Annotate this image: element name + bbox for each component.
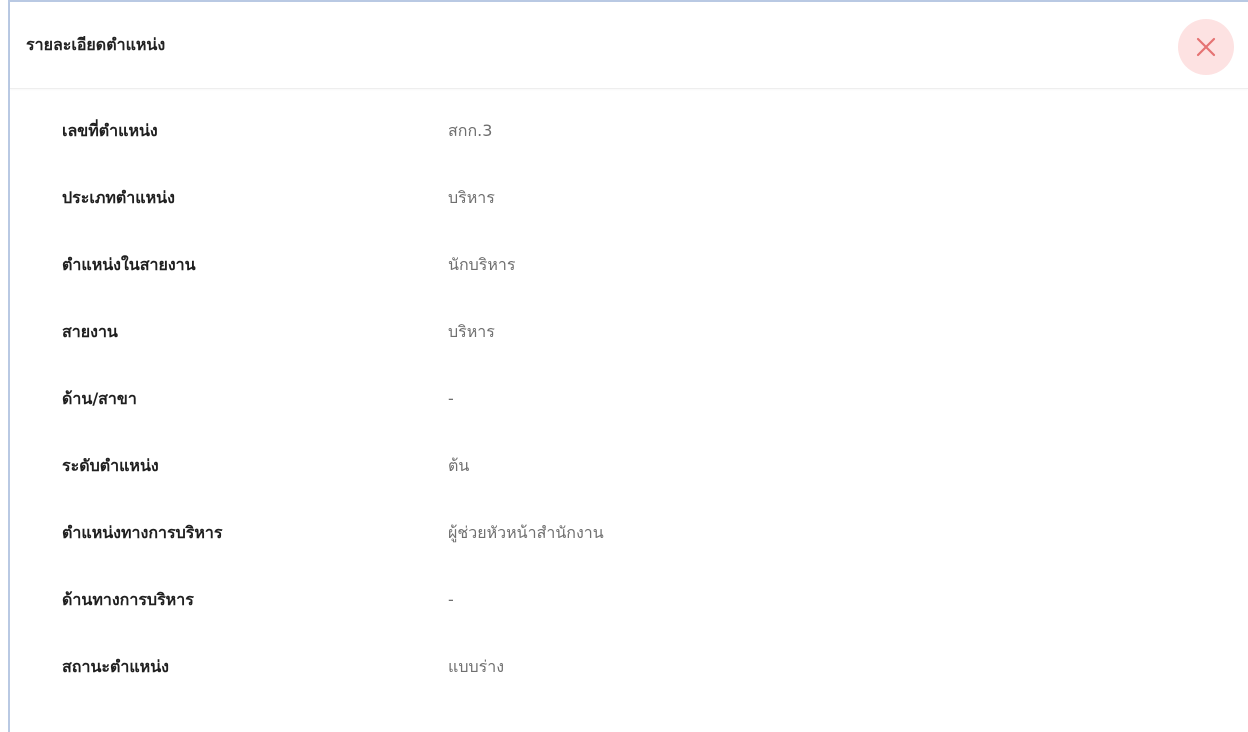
detail-value: บริหาร [448,188,495,207]
detail-label: ตำแหน่งทางการบริหาร [62,523,223,542]
detail-label: เลขที่ตำแหน่ง [62,121,158,140]
detail-value: สกก.3 [448,121,493,140]
detail-label: ประเภทตำแหน่ง [62,188,175,207]
close-button[interactable] [1178,19,1234,75]
detail-value: - [448,590,454,609]
detail-row-position-number: เลขที่ตำแหน่ง สกก.3 [10,98,1248,165]
detail-label: ระดับตำแหน่ง [62,456,159,475]
detail-row-position-type: ประเภทตำแหน่ง บริหาร [10,165,1248,232]
detail-value: ผู้ช่วยหัวหน้าสำนักงาน [448,523,604,542]
detail-label: ด้าน/สาขา [62,389,137,408]
detail-row-admin-position: ตำแหน่งทางการบริหาร ผู้ช่วยหัวหน้าสำนักง… [10,500,1248,567]
detail-value: ต้น [448,456,470,475]
detail-row-position-level: ระดับตำแหน่ง ต้น [10,433,1248,500]
position-detail-dialog: รายละเอียดตำแหน่ง เลขที่ตำแหน่ง สกก.3 ปร… [8,0,1248,732]
detail-label: ตำแหน่งในสายงาน [62,255,196,274]
close-icon [1196,37,1216,57]
detail-row-line-of-work: สายงาน บริหาร [10,299,1248,366]
detail-value: - [448,389,454,408]
detail-value: นักบริหาร [448,255,516,274]
detail-value: บริหาร [448,322,495,341]
dialog-header: รายละเอียดตำแหน่ง [10,2,1248,89]
dialog-title: รายละเอียดตำแหน่ง [26,35,166,54]
detail-list: เลขที่ตำแหน่ง สกก.3 ประเภทตำแหน่ง บริหาร… [10,98,1248,701]
detail-label: สถานะตำแหน่ง [62,657,169,676]
detail-value: แบบร่าง [448,657,505,676]
detail-row-position-status: สถานะตำแหน่ง แบบร่าง [10,634,1248,701]
detail-row-admin-field: ด้านทางการบริหาร - [10,567,1248,634]
detail-row-line-position: ตำแหน่งในสายงาน นักบริหาร [10,232,1248,299]
detail-label: ด้านทางการบริหาร [62,590,194,609]
detail-row-field-branch: ด้าน/สาขา - [10,366,1248,433]
detail-label: สายงาน [62,322,118,341]
